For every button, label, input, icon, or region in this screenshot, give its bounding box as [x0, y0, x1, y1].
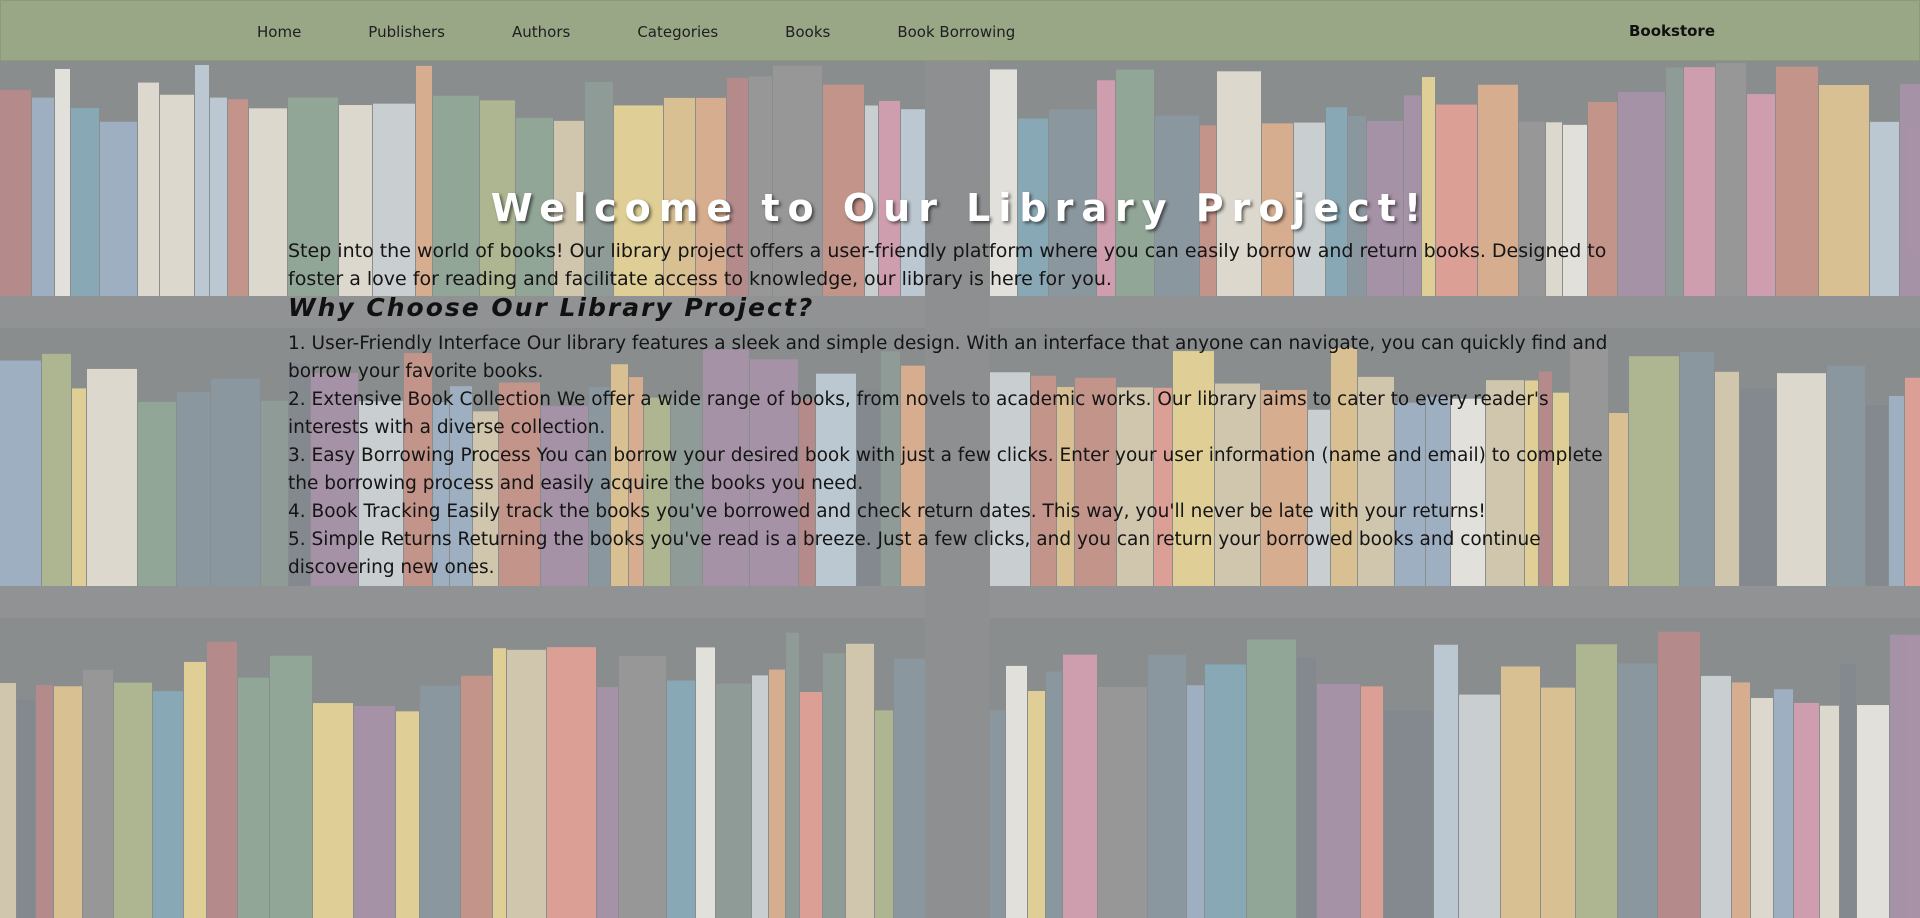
intro-paragraph: Step into the world of books! Our librar…: [288, 240, 1607, 290]
nav-books-link[interactable]: Books: [785, 23, 830, 41]
reasons-list: 1. User-Friendly Interface Our library f…: [288, 330, 1633, 582]
hero-section: Welcome to Our Library Project! Step int…: [0, 61, 1920, 918]
nav-categories-link[interactable]: Categories: [637, 23, 718, 41]
reason-item: 4. Book Tracking Easily track the books …: [288, 501, 1486, 522]
reason-item: 2. Extensive Book Collection We offer a …: [288, 389, 1549, 438]
nav-brand-bookstore[interactable]: Bookstore: [1629, 1, 1715, 62]
reason-item: 5. Simple Returns Returning the books yo…: [288, 529, 1541, 578]
top-navbar: Home Publishers Authors Categories Books…: [0, 0, 1920, 61]
nav-home-link[interactable]: Home: [257, 23, 301, 41]
nav-links: Home Publishers Authors Categories Books…: [257, 1, 1015, 62]
hero-title: Welcome to Our Library Project!: [490, 186, 1430, 230]
nav-book-borrowing-link[interactable]: Book Borrowing: [897, 23, 1015, 41]
why-choose-heading: Why Choose Our Library Project?: [288, 293, 815, 322]
nav-publishers-link[interactable]: Publishers: [368, 23, 445, 41]
reason-item: 3. Easy Borrowing Process You can borrow…: [288, 445, 1603, 494]
nav-authors-link[interactable]: Authors: [512, 23, 570, 41]
reason-item: 1. User-Friendly Interface Our library f…: [288, 333, 1608, 382]
